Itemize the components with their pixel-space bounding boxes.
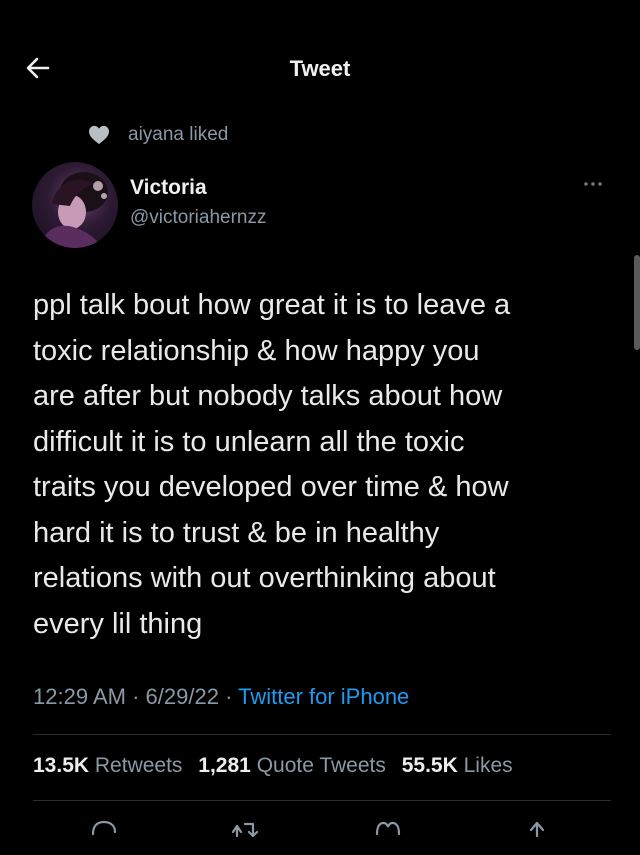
avatar-image bbox=[40, 172, 108, 248]
tweet-metadata: 12:29 AM · 6/29/22 · Twitter for iPhone bbox=[33, 684, 409, 710]
retweets-stat[interactable]: 13.5K Retweets bbox=[33, 754, 188, 777]
tweet-line: difficult it is to unlearn all the toxic bbox=[33, 425, 465, 458]
quote-tweets-stat[interactable]: 1,281 Quote Tweets bbox=[198, 754, 391, 777]
heart-icon bbox=[89, 125, 109, 145]
tweet-line: are after but nobody talks about how bbox=[33, 380, 503, 412]
likes-count: 55.5K bbox=[401, 754, 458, 777]
engagement-stats: 13.5K Retweets 1,281 Quote Tweets 55.5K … bbox=[33, 754, 523, 778]
retweet-icon[interactable] bbox=[228, 812, 262, 842]
meta-separator: · bbox=[132, 684, 140, 709]
likes-label: Likes bbox=[463, 754, 513, 777]
share-icon[interactable] bbox=[520, 812, 554, 842]
quote-tweets-count: 1,281 bbox=[198, 754, 251, 777]
tweet-line: traits you developed over time & how bbox=[33, 471, 509, 503]
tweet-date[interactable]: 6/29/22 bbox=[146, 684, 219, 709]
more-options-icon[interactable] bbox=[582, 178, 604, 190]
tweet-body: ppl talk bout how great it is to leave a… bbox=[33, 283, 613, 647]
top-bar: Tweet bbox=[0, 0, 640, 110]
tweet-line: hard it is to trust & be in healthy bbox=[33, 516, 440, 549]
divider bbox=[33, 800, 611, 801]
scrollbar[interactable] bbox=[634, 255, 640, 350]
retweets-count: 13.5K bbox=[33, 754, 90, 777]
page-title: Tweet bbox=[289, 56, 351, 81]
author-handle[interactable]: @victoriahernzz bbox=[130, 207, 267, 229]
tweet-time[interactable]: 12:29 AM bbox=[33, 684, 126, 709]
reply-icon[interactable] bbox=[87, 812, 121, 842]
tweet-line: relations with out overthinking about bbox=[33, 562, 496, 594]
tweet-source-link[interactable]: Twitter for iPhone bbox=[238, 684, 409, 709]
social-context[interactable]: aiyana liked bbox=[88, 122, 228, 148]
divider bbox=[33, 734, 611, 735]
likes-stat[interactable]: 55.5K Likes bbox=[402, 754, 513, 777]
author-name[interactable]: Victoria bbox=[130, 176, 207, 200]
tweet-line: every lil thing bbox=[33, 607, 203, 640]
retweets-label: Retweets bbox=[94, 754, 183, 777]
like-icon[interactable] bbox=[371, 812, 405, 842]
liked-by-text: aiyana liked bbox=[128, 124, 229, 145]
tweet-line: toxic relationship & how happy you bbox=[33, 334, 480, 367]
meta-separator: · bbox=[225, 684, 233, 709]
action-bar bbox=[0, 812, 640, 842]
quote-tweets-label: Quote Tweets bbox=[256, 754, 386, 777]
avatar[interactable] bbox=[32, 162, 118, 248]
tweet-line: ppl talk bout how great it is to leave a bbox=[33, 289, 511, 321]
